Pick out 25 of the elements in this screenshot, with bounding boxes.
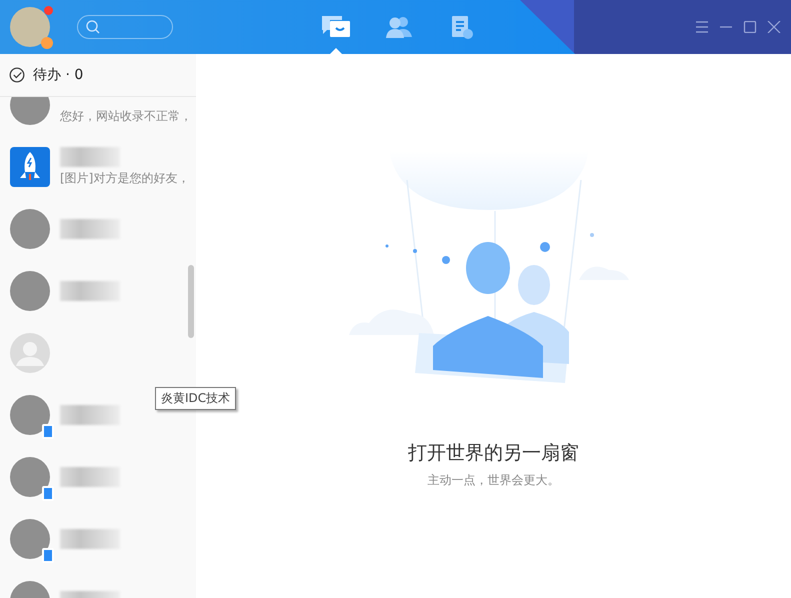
- menu-icon: [695, 21, 709, 33]
- message-preview: 您好，网站收录不正常，: [60, 108, 192, 125]
- avatar-photo[interactable]: [10, 271, 50, 311]
- menu-button[interactable]: [695, 21, 709, 33]
- notification-dot: [44, 6, 53, 15]
- tooltip-text: 炎黄IDC技术: [155, 387, 236, 410]
- chat-bubbles-icon: [320, 14, 352, 40]
- scrollbar-thumb[interactable]: [188, 265, 194, 338]
- avatar-photo[interactable]: [10, 7, 50, 47]
- search-field[interactable]: [77, 15, 173, 39]
- empty-state-subtitle: 主动一点，世界会更大。: [428, 472, 560, 489]
- todo-label[interactable]: 待办 · 0: [33, 66, 84, 84]
- close-button[interactable]: [767, 21, 781, 33]
- maximize-icon: [743, 21, 757, 33]
- empty-state-title: 打开世界的另一扇窗: [408, 441, 579, 466]
- close-icon: [767, 21, 781, 33]
- contacts-icon: [384, 15, 414, 39]
- check-circle-icon: [9, 67, 25, 83]
- rocket-icon[interactable]: [10, 147, 50, 187]
- maximize-button[interactable]: [743, 21, 757, 33]
- avatar-photo[interactable]: [10, 209, 50, 249]
- message-preview: [图片]对方是您的好友，: [60, 170, 190, 187]
- status-icon[interactable]: [41, 37, 53, 49]
- avatar-photo[interactable]: [10, 97, 50, 125]
- search-icon: [86, 20, 100, 34]
